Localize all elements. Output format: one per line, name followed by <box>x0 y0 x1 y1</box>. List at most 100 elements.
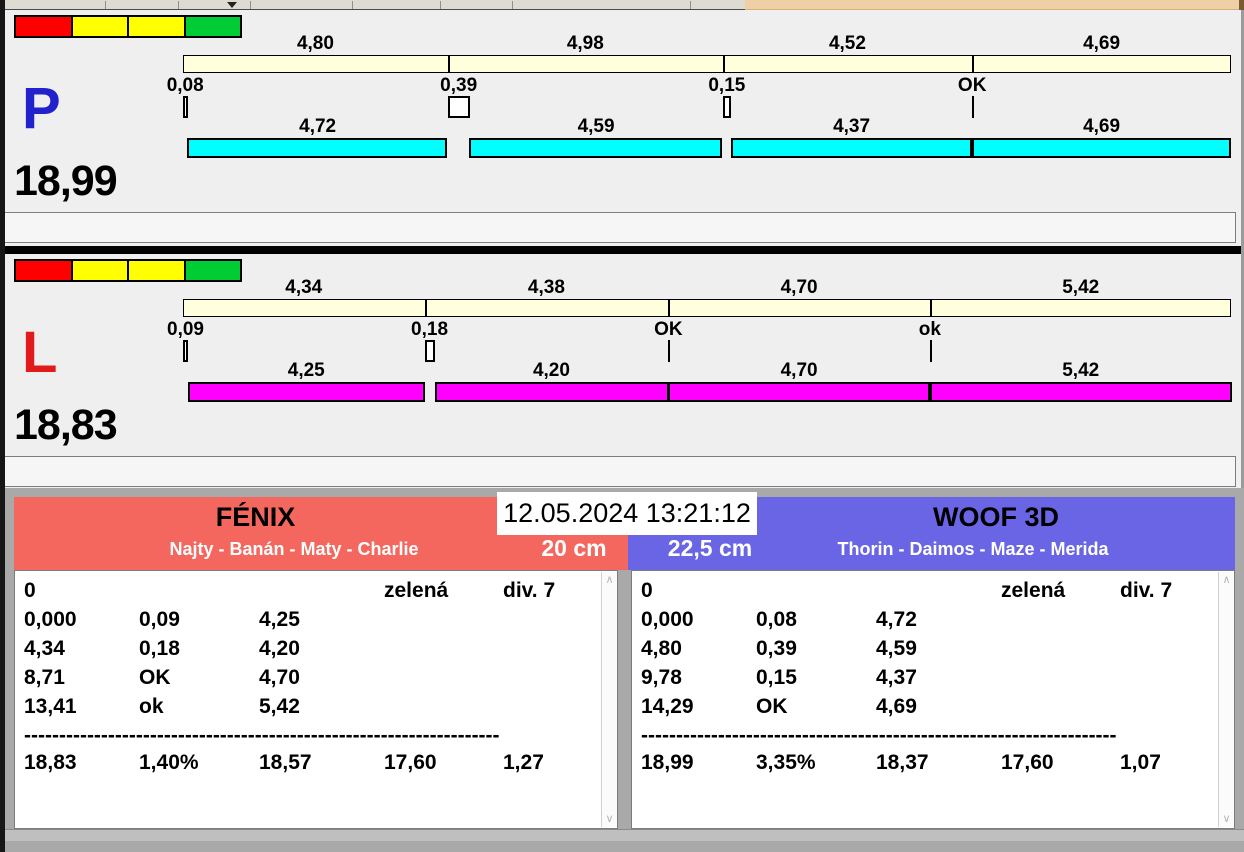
split-time-label: 4,38 <box>528 278 565 297</box>
dog-run-bar <box>668 382 930 402</box>
split-time-label: 4,34 <box>285 278 322 297</box>
scrollbar-right[interactable]: ∧ ∨ <box>1218 572 1234 827</box>
scroll-up-icon[interactable]: ∧ <box>602 574 617 586</box>
dog-time-label: 5,42 <box>1062 361 1099 380</box>
dog-run-bar <box>187 138 447 158</box>
table-cell: 4,59 <box>876 638 917 660</box>
changeover-marker <box>448 96 470 118</box>
table-cell: 0,39 <box>756 638 797 660</box>
table-cell: zelená <box>1001 580 1065 602</box>
table-cell: OK <box>139 667 171 689</box>
dog-run-bar <box>188 382 425 402</box>
lane-p-timeline: 4,800,084,724,980,394,594,520,154,374,69… <box>0 10 1244 246</box>
traffic-light-cell <box>127 261 184 280</box>
changeover-marker <box>723 96 731 118</box>
table-cell: 0,000 <box>24 609 77 631</box>
split-time-label: 4,52 <box>829 34 866 53</box>
dog-run-bar <box>731 138 972 158</box>
table-cell: 14,29 <box>641 696 694 718</box>
changeover-marker <box>425 340 435 362</box>
window-left-edge <box>0 0 5 852</box>
toolbar-divider <box>440 1 441 9</box>
dog-run-bar <box>469 138 722 158</box>
table-cell: 0,09 <box>139 609 180 631</box>
scroll-down-icon[interactable]: ∨ <box>1219 813 1234 825</box>
results-panel: FÉNIX Najty - Banán - Maty - Charlie 20 … <box>0 488 1244 852</box>
table-cell: 4,70 <box>259 667 300 689</box>
table-cell: 4,69 <box>876 696 917 718</box>
table-cell: 18,99 <box>641 752 694 774</box>
lane-letter: L <box>22 324 57 382</box>
scroll-down-icon[interactable]: ∨ <box>602 813 617 825</box>
table-cell: 18,57 <box>259 752 312 774</box>
team-members: Thorin - Daimos - Maze - Merida <box>723 539 1223 561</box>
lane-total-time: 18,83 <box>14 402 117 449</box>
changeover-label: 0,08 <box>167 76 204 95</box>
table-cell: 17,60 <box>384 752 437 774</box>
toolbar-divider <box>178 1 179 9</box>
split-time-bar <box>183 55 1231 73</box>
dog-time-label: 4,70 <box>781 361 818 380</box>
team-name: WOOF 3D <box>757 501 1235 533</box>
dog-time-label: 4,25 <box>288 361 325 380</box>
table-cell: 4,34 <box>24 638 65 660</box>
table-cell: zelená <box>384 580 448 602</box>
changeover-label: 0,15 <box>708 76 745 95</box>
split-time-label: 4,80 <box>297 34 334 53</box>
table-separator: ----------------------------------------… <box>641 725 1117 747</box>
traffic-light-cell <box>127 17 184 36</box>
split-bar-divider <box>972 56 974 72</box>
traffic-light-cell <box>71 261 128 280</box>
toolbar-divider <box>690 1 691 9</box>
top-toolbar <box>0 0 1244 10</box>
top-strip-accent-edge <box>1239 0 1244 10</box>
results-table-right[interactable]: 0zelenádiv. 70,0000,084,724,800,394,599,… <box>633 570 1211 829</box>
scroll-up-icon[interactable]: ∧ <box>1219 574 1234 586</box>
lane-total-time: 18,99 <box>14 158 117 205</box>
split-time-label: 5,42 <box>1062 278 1099 297</box>
changeover-label: 0,09 <box>167 320 204 339</box>
changeover-label: OK <box>654 320 683 339</box>
changeover-label: 0,18 <box>411 320 448 339</box>
lane-letter: P <box>22 80 61 138</box>
table-cell: 0,15 <box>756 667 797 689</box>
team-members: Najty - Banán - Maty - Charlie <box>34 539 554 561</box>
team-height-class: 20 cm <box>514 535 634 563</box>
traffic-light-cell <box>16 17 71 36</box>
toolbar-divider <box>105 1 106 9</box>
table-separator: ----------------------------------------… <box>24 725 500 747</box>
table-cell: div. 7 <box>503 580 555 602</box>
table-cell: 0 <box>24 580 36 602</box>
table-cell: 1,27 <box>503 752 544 774</box>
table-cell: 0,000 <box>641 609 694 631</box>
dog-run-bar <box>972 138 1231 158</box>
table-cell: 17,60 <box>1001 752 1054 774</box>
lane-panel-p: 4,800,084,724,980,394,594,520,154,374,69… <box>0 10 1244 246</box>
traffic-light-cell <box>71 17 128 36</box>
dog-time-label: 4,59 <box>578 117 615 136</box>
changeover-label: 0,39 <box>440 76 477 95</box>
table-cell: 4,20 <box>259 638 300 660</box>
table-cell: 4,37 <box>876 667 917 689</box>
table-cell: 9,78 <box>641 667 682 689</box>
table-cell: 13,41 <box>24 696 77 718</box>
table-cell: 0 <box>641 580 653 602</box>
team-name: FÉNIX <box>14 501 497 533</box>
lane-divider <box>0 246 1244 254</box>
table-cell: 1,07 <box>1120 752 1161 774</box>
team-height-class: 22,5 cm <box>640 535 780 563</box>
results-table-left[interactable]: 0zelenádiv. 70,0000,094,254,340,184,208,… <box>16 570 594 829</box>
split-bar-divider <box>448 56 450 72</box>
table-cell: 0,18 <box>139 638 180 660</box>
dog-time-label: 4,69 <box>1083 117 1120 136</box>
scrollbar-left[interactable]: ∧ ∨ <box>601 572 617 827</box>
toolbar-divider <box>512 1 513 9</box>
splitter-handle-icon[interactable] <box>227 2 237 8</box>
dog-time-label: 4,37 <box>833 117 870 136</box>
app-window: 4,800,084,724,980,394,594,520,154,374,69… <box>0 0 1244 852</box>
changeover-marker <box>183 96 188 118</box>
split-time-label: 4,69 <box>1083 34 1120 53</box>
dog-run-bar <box>930 382 1232 402</box>
table-cell: 4,25 <box>259 609 300 631</box>
split-time-bar <box>183 299 1231 317</box>
